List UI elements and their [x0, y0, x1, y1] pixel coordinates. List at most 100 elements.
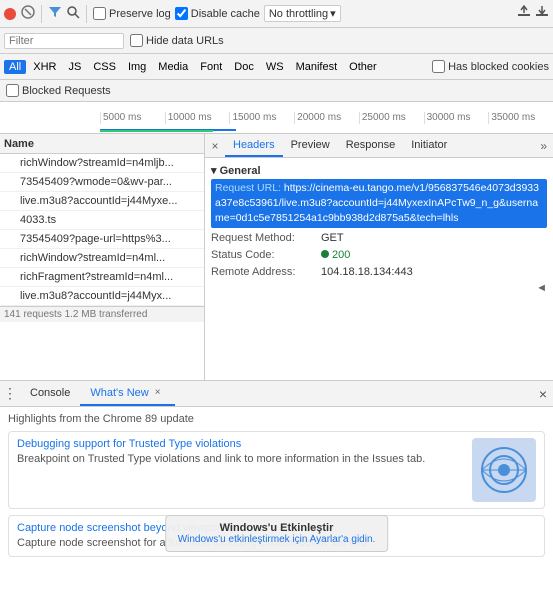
- toolbar: Preserve log Disable cache No throttling…: [0, 0, 553, 28]
- has-blocked-cookies-label[interactable]: Has blocked cookies: [432, 60, 549, 73]
- filter-bar: Hide data URLs: [0, 28, 553, 54]
- has-blocked-cookies-checkbox[interactable]: [432, 60, 445, 73]
- update-card-1: Debugging support for Trusted Type viola…: [8, 431, 545, 509]
- timeline-bar-area: [100, 125, 553, 133]
- type-btn-ws[interactable]: WS: [261, 60, 289, 74]
- toolbar-divider-1: [41, 5, 42, 23]
- type-btn-media[interactable]: Media: [153, 60, 193, 74]
- detail-panel: × Headers Preview Response Initiator » ▾…: [205, 134, 553, 380]
- list-item[interactable]: 4033.ts: [0, 211, 204, 230]
- update-card-1-desc: Breakpoint on Trusted Type violations an…: [17, 452, 464, 466]
- toolbar-right: [517, 5, 549, 22]
- timeline-mark-7: 35000 ms: [488, 112, 553, 124]
- preserve-log-text: Preserve log: [109, 8, 171, 20]
- tab-whats-new[interactable]: What's New ×: [80, 381, 174, 406]
- type-btn-img[interactable]: Img: [123, 60, 151, 74]
- type-btn-other[interactable]: Other: [344, 60, 382, 74]
- tab-headers[interactable]: Headers: [225, 134, 283, 157]
- list-item[interactable]: 73545409?wmode=0&wv-par...: [0, 173, 204, 192]
- bottom-content: Highlights from the Chrome 89 update Deb…: [0, 407, 553, 572]
- list-item[interactable]: richFragment?streamId=n4ml...: [0, 268, 204, 287]
- bottom-tabs: ⋮ Console What's New × ×: [0, 381, 553, 407]
- tab-response[interactable]: Response: [338, 134, 404, 157]
- import-icon[interactable]: [535, 5, 549, 22]
- update-card-2-title[interactable]: Capture node screenshot beyond viewport: [17, 522, 224, 534]
- type-btn-manifest[interactable]: Manifest: [291, 60, 343, 74]
- disable-cache-checkbox[interactable]: [175, 7, 188, 20]
- preserve-log-label[interactable]: Preserve log: [93, 7, 171, 20]
- tab-initiator[interactable]: Initiator: [403, 134, 455, 157]
- bottom-panel-close-button[interactable]: ×: [533, 384, 553, 404]
- type-bar-right: Has blocked cookies: [432, 60, 549, 73]
- record-button[interactable]: [4, 8, 16, 20]
- timeline-mark-5: 25000 ms: [359, 112, 424, 124]
- tab-preview[interactable]: Preview: [283, 134, 338, 157]
- list-item[interactable]: 73545409?page-url=https%3...: [0, 230, 204, 249]
- main-area: Name richWindow?streamId=n4mljb... 73545…: [0, 134, 553, 380]
- whats-new-close-icon[interactable]: ×: [151, 386, 165, 400]
- remote-address-value: 104.18.18.134:443: [321, 264, 413, 280]
- toolbar-icons: [4, 5, 35, 22]
- blocked-requests-label[interactable]: Blocked Requests: [6, 84, 111, 97]
- list-item[interactable]: live.m3u8?accountId=j44Myx...: [0, 287, 204, 306]
- hide-data-urls-text: Hide data URLs: [146, 35, 224, 47]
- export-icon[interactable]: [517, 5, 531, 22]
- list-item[interactable]: live.m3u8?accountId=j44Myxe...: [0, 192, 204, 211]
- status-dot: [321, 250, 329, 258]
- type-btn-xhr[interactable]: XHR: [28, 60, 61, 74]
- throttle-chevron-icon: ▾: [330, 7, 336, 20]
- detail-close-button[interactable]: ×: [205, 136, 225, 156]
- type-btn-all[interactable]: All: [4, 60, 26, 74]
- tab-console[interactable]: Console: [20, 381, 80, 406]
- status-code-value: 200: [321, 247, 350, 263]
- update-card-2: Capture node screenshot beyond viewport …: [8, 515, 545, 557]
- request-url-block: Request URL: https://cinema-eu.tango.me/…: [211, 179, 547, 228]
- detail-more-icon[interactable]: »: [534, 139, 553, 153]
- blocked-requests-checkbox[interactable]: [6, 84, 19, 97]
- timeline-mark-3: 15000 ms: [229, 112, 294, 124]
- request-list: Name richWindow?streamId=n4mljb... 73545…: [0, 134, 205, 380]
- update-card-2-desc: Capture node screenshot for a full node …: [17, 536, 536, 550]
- request-list-header: Name: [0, 134, 204, 154]
- type-btn-css[interactable]: CSS: [88, 60, 121, 74]
- type-btn-doc[interactable]: Doc: [229, 60, 259, 74]
- highlight-title: Highlights from the Chrome 89 update: [8, 413, 545, 425]
- name-column-header: Name: [4, 138, 34, 150]
- bottom-panel: ⋮ Console What's New × × Highlights from…: [0, 380, 553, 572]
- timeline-mark-4: 20000 ms: [294, 112, 359, 124]
- request-method-row: Request Method: GET: [211, 230, 547, 246]
- disable-cache-label[interactable]: Disable cache: [175, 7, 260, 20]
- type-btn-js[interactable]: JS: [63, 60, 86, 74]
- timeline-mark-6: 30000 ms: [424, 112, 489, 124]
- type-bar: All XHR JS CSS Img Media Font Doc WS Man…: [0, 54, 553, 80]
- request-method-key: Request Method:: [211, 230, 321, 246]
- list-item[interactable]: richWindow?streamId=n4mljb...: [0, 154, 204, 173]
- remote-address-row: Remote Address: 104.18.18.134:443: [211, 264, 547, 280]
- detail-tabs: × Headers Preview Response Initiator »: [205, 134, 553, 158]
- bottom-menu-icon[interactable]: ⋮: [0, 384, 20, 404]
- update-card-1-title[interactable]: Debugging support for Trusted Type viola…: [17, 438, 241, 450]
- preserve-log-checkbox[interactable]: [93, 7, 106, 20]
- list-item[interactable]: richWindow?streamId=n4ml...: [0, 249, 204, 268]
- throttle-button[interactable]: No throttling ▾: [264, 5, 341, 22]
- throttle-label: No throttling: [269, 8, 328, 20]
- has-blocked-cookies-text: Has blocked cookies: [448, 61, 549, 73]
- filter-input[interactable]: [4, 33, 124, 49]
- detail-content: ▾ General Request URL: https://cinema-eu…: [205, 158, 553, 380]
- timeline-ruler: 5000 ms 10000 ms 15000 ms 20000 ms 25000…: [100, 112, 553, 124]
- request-method-value: GET: [321, 230, 344, 246]
- hide-data-urls-checkbox[interactable]: [130, 34, 143, 47]
- timeline-mark-2: 10000 ms: [165, 112, 230, 124]
- timeline: 5000 ms 10000 ms 15000 ms 20000 ms 25000…: [0, 102, 553, 134]
- detail-section-general: ▾ General: [211, 164, 547, 177]
- search-icon[interactable]: [66, 5, 80, 22]
- update-card-1-image: [472, 438, 536, 502]
- disable-cache-text: Disable cache: [191, 8, 260, 20]
- blocked-requests-text: Blocked Requests: [22, 85, 111, 97]
- type-btn-font[interactable]: Font: [195, 60, 227, 74]
- filter-icon[interactable]: [48, 5, 62, 22]
- remote-address-key: Remote Address:: [211, 264, 321, 280]
- hide-data-urls-label[interactable]: Hide data URLs: [130, 34, 224, 47]
- clear-icon[interactable]: [21, 5, 35, 22]
- scroll-indicator: ◄: [211, 282, 547, 294]
